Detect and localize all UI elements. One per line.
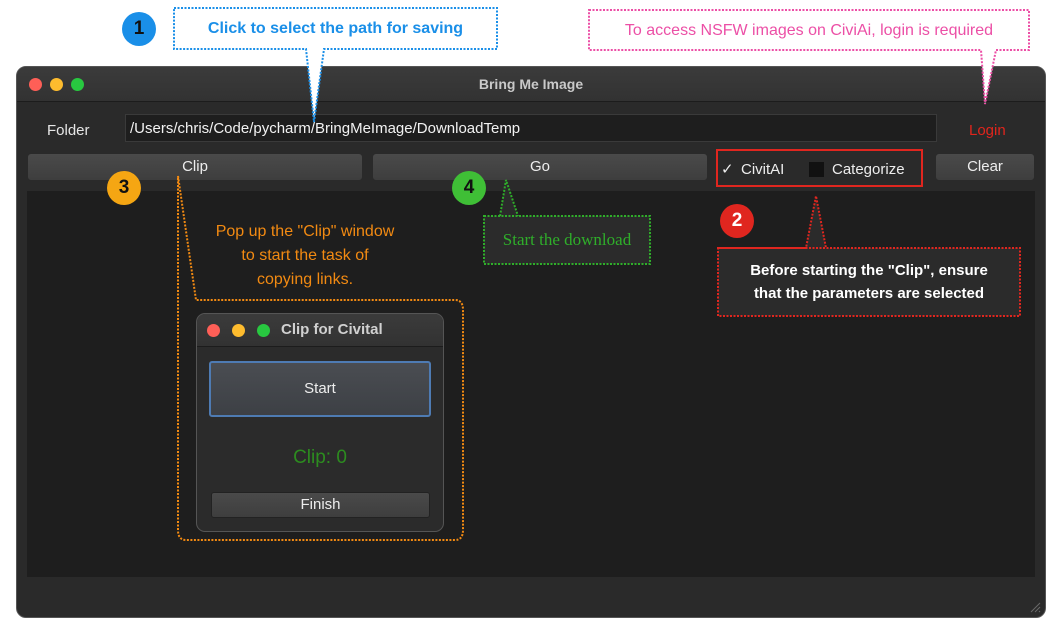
step3-note: Pop up the "Clip" window to start the ta… [180,220,430,292]
annotation-overlay [173,7,1030,541]
nsfw-note: To access NSFW images on CiviAi, login i… [624,22,994,39]
step4-note: Start the download [502,230,632,249]
step2-note: Before starting the "Clip", ensure that … [718,259,1020,305]
step2-badge: 2 [720,204,754,238]
step2-note-line2: that the parameters are selected [753,285,985,302]
step1-badge: 1 [122,12,156,46]
step3-badge: 3 [107,171,141,205]
step2-highlight-frame [716,149,923,187]
step2-note-line1: Before starting the "Clip", ensure [750,262,988,279]
step3-note-line1: Pop up the "Clip" window [215,223,395,240]
step3-note-line2: to start the task of [241,247,369,264]
step3-note-line3: copying links. [256,271,354,288]
step4-badge: 4 [452,171,486,205]
step1-note: Click to select the path for saving [207,20,464,37]
